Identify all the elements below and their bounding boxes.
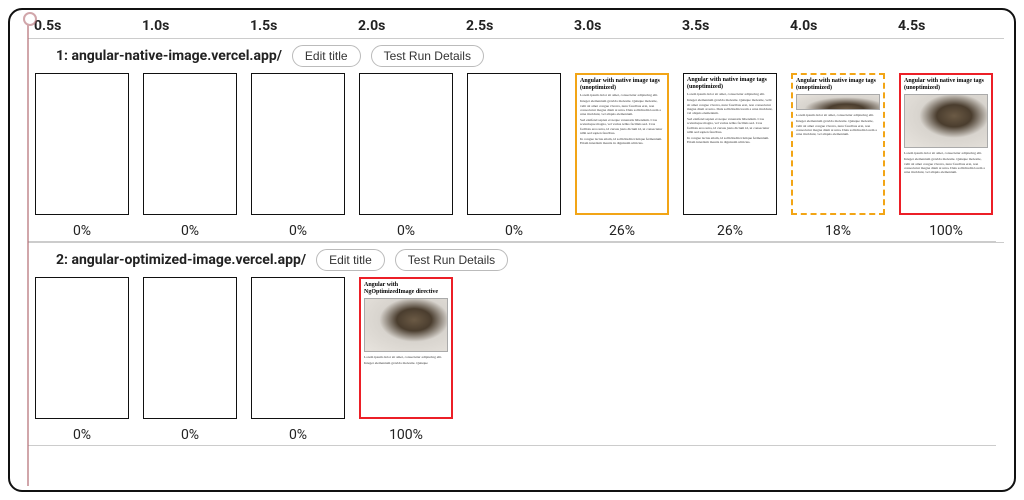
visual-progress-percent: 0% bbox=[289, 427, 307, 443]
visual-progress-percent: 100% bbox=[389, 427, 423, 443]
frame-column: Angular with NgOptimizedImage directiveL… bbox=[352, 275, 460, 443]
visual-progress-percent: 0% bbox=[73, 223, 91, 239]
frame-heading: Angular with NgOptimizedImage directive bbox=[361, 279, 451, 296]
screenshot-frame[interactable] bbox=[143, 73, 237, 215]
screenshot-frame[interactable]: Angular with native image tags (unoptimi… bbox=[899, 73, 993, 215]
screenshot-frame[interactable]: Angular with native image tags (unoptimi… bbox=[791, 73, 885, 215]
timeline-tick: 4.0s bbox=[766, 18, 874, 34]
screenshot-frame[interactable] bbox=[35, 73, 129, 215]
frame-column: Angular with native image tags (unoptimi… bbox=[568, 71, 676, 239]
frame-text: In congue lectus etiam, id sollicitudin … bbox=[577, 136, 667, 146]
screenshot-frame[interactable] bbox=[251, 73, 345, 215]
visual-progress-percent: 100% bbox=[929, 223, 963, 239]
frame-column: 0% bbox=[136, 71, 244, 239]
frame-column: Angular with native image tags (unoptimi… bbox=[676, 71, 784, 239]
frame-text: Integer elementum gravida molestie. Quis… bbox=[901, 156, 991, 175]
test-title: 1: angular-native-image.vercel.app/ bbox=[56, 48, 282, 64]
screenshot-frame[interactable]: Angular with native image tags (unoptimi… bbox=[683, 73, 777, 215]
comparison-panel: 0.5s1.0s1.5s2.0s2.5s3.0s3.5s4.0s4.5s 1: … bbox=[8, 8, 1016, 492]
frame-image-partial bbox=[796, 94, 880, 110]
frame-text: Sed eleifend sapien et neque venenatis b… bbox=[577, 117, 667, 136]
frame-column: Angular with native image tags (unoptimi… bbox=[784, 71, 892, 239]
frame-text: Sed eleifend sapien et neque venenatis b… bbox=[684, 116, 776, 135]
visual-progress-percent: 18% bbox=[825, 223, 851, 239]
test-row-header: 2: angular-optimized-image.vercel.app/Ed… bbox=[28, 242, 1004, 275]
row-divider bbox=[28, 445, 996, 446]
frame-heading: Angular with native image tags (unoptimi… bbox=[684, 74, 776, 91]
visual-progress-percent: 0% bbox=[505, 223, 523, 239]
frame-image bbox=[364, 298, 448, 352]
visual-progress-percent: 0% bbox=[397, 223, 415, 239]
visual-progress-percent: 26% bbox=[717, 223, 743, 239]
frame-heading: Angular with native image tags (unoptimi… bbox=[793, 75, 883, 92]
frame-column: 0% bbox=[28, 275, 136, 443]
frame-heading: Angular with native image tags (unoptimi… bbox=[901, 75, 991, 92]
frame-text: Integer elementum gravida molestie. Quis… bbox=[577, 98, 667, 117]
timeline-tick: 3.0s bbox=[550, 18, 658, 34]
visual-progress-percent: 0% bbox=[73, 427, 91, 443]
visual-progress-percent: 0% bbox=[289, 223, 307, 239]
visual-progress-percent: 0% bbox=[181, 427, 199, 443]
screenshot-frame[interactable] bbox=[143, 277, 237, 419]
screenshot-frame[interactable] bbox=[359, 73, 453, 215]
frame-column: 0% bbox=[352, 71, 460, 239]
test-run-details-button[interactable]: Test Run Details bbox=[395, 249, 508, 271]
frame-heading: Angular with native image tags (unoptimi… bbox=[577, 75, 667, 92]
frame-image bbox=[904, 94, 988, 148]
screenshot-frame[interactable]: Angular with native image tags (unoptimi… bbox=[575, 73, 669, 215]
frame-text: Integer elementum gravida molestie. Quis… bbox=[793, 118, 883, 137]
test-row-header: 1: angular-native-image.vercel.app/Edit … bbox=[28, 38, 1004, 71]
frame-column: 0% bbox=[460, 71, 568, 239]
timeline-tick: 2.0s bbox=[334, 18, 442, 34]
playhead-marker[interactable] bbox=[27, 16, 29, 486]
timeline-tick: 1.0s bbox=[118, 18, 226, 34]
frame-text: In congue lectus etiam, id sollicitudin … bbox=[684, 135, 776, 145]
frame-column: Angular with native image tags (unoptimi… bbox=[892, 71, 1000, 239]
timeline-tick: 1.5s bbox=[226, 18, 334, 34]
frame-text: Integer elementum gravida molestie. Quis… bbox=[361, 360, 451, 366]
screenshot-frame[interactable] bbox=[35, 277, 129, 419]
timeline-ruler: 0.5s1.0s1.5s2.0s2.5s3.0s3.5s4.0s4.5s bbox=[10, 10, 1014, 38]
screenshot-frame[interactable] bbox=[467, 73, 561, 215]
timeline-tick: 2.5s bbox=[442, 18, 550, 34]
test-run-details-button[interactable]: Test Run Details bbox=[371, 45, 484, 67]
filmstrip: 0% 0% 0% 0% 0% Angular with native image tags… bbox=[10, 71, 1014, 239]
edit-title-button[interactable]: Edit title bbox=[292, 45, 361, 67]
screenshot-frame[interactable] bbox=[251, 277, 345, 419]
visual-progress-percent: 0% bbox=[181, 223, 199, 239]
edit-title-button[interactable]: Edit title bbox=[316, 249, 385, 271]
screenshot-frame[interactable]: Angular with NgOptimizedImage directiveL… bbox=[359, 277, 453, 419]
frame-text: Integer elementum gravida molestie. Quis… bbox=[684, 97, 776, 116]
frame-column: 0% bbox=[244, 71, 352, 239]
timeline-tick: 4.5s bbox=[874, 18, 982, 34]
frame-column: 0% bbox=[136, 275, 244, 443]
frame-column: 0% bbox=[244, 275, 352, 443]
timeline-tick: 3.5s bbox=[658, 18, 766, 34]
test-title: 2: angular-optimized-image.vercel.app/ bbox=[56, 252, 306, 268]
filmstrip: 0% 0% 0% Angular with NgOptimizedImage dire… bbox=[10, 275, 1014, 443]
visual-progress-percent: 26% bbox=[609, 223, 635, 239]
frame-column: 0% bbox=[28, 71, 136, 239]
